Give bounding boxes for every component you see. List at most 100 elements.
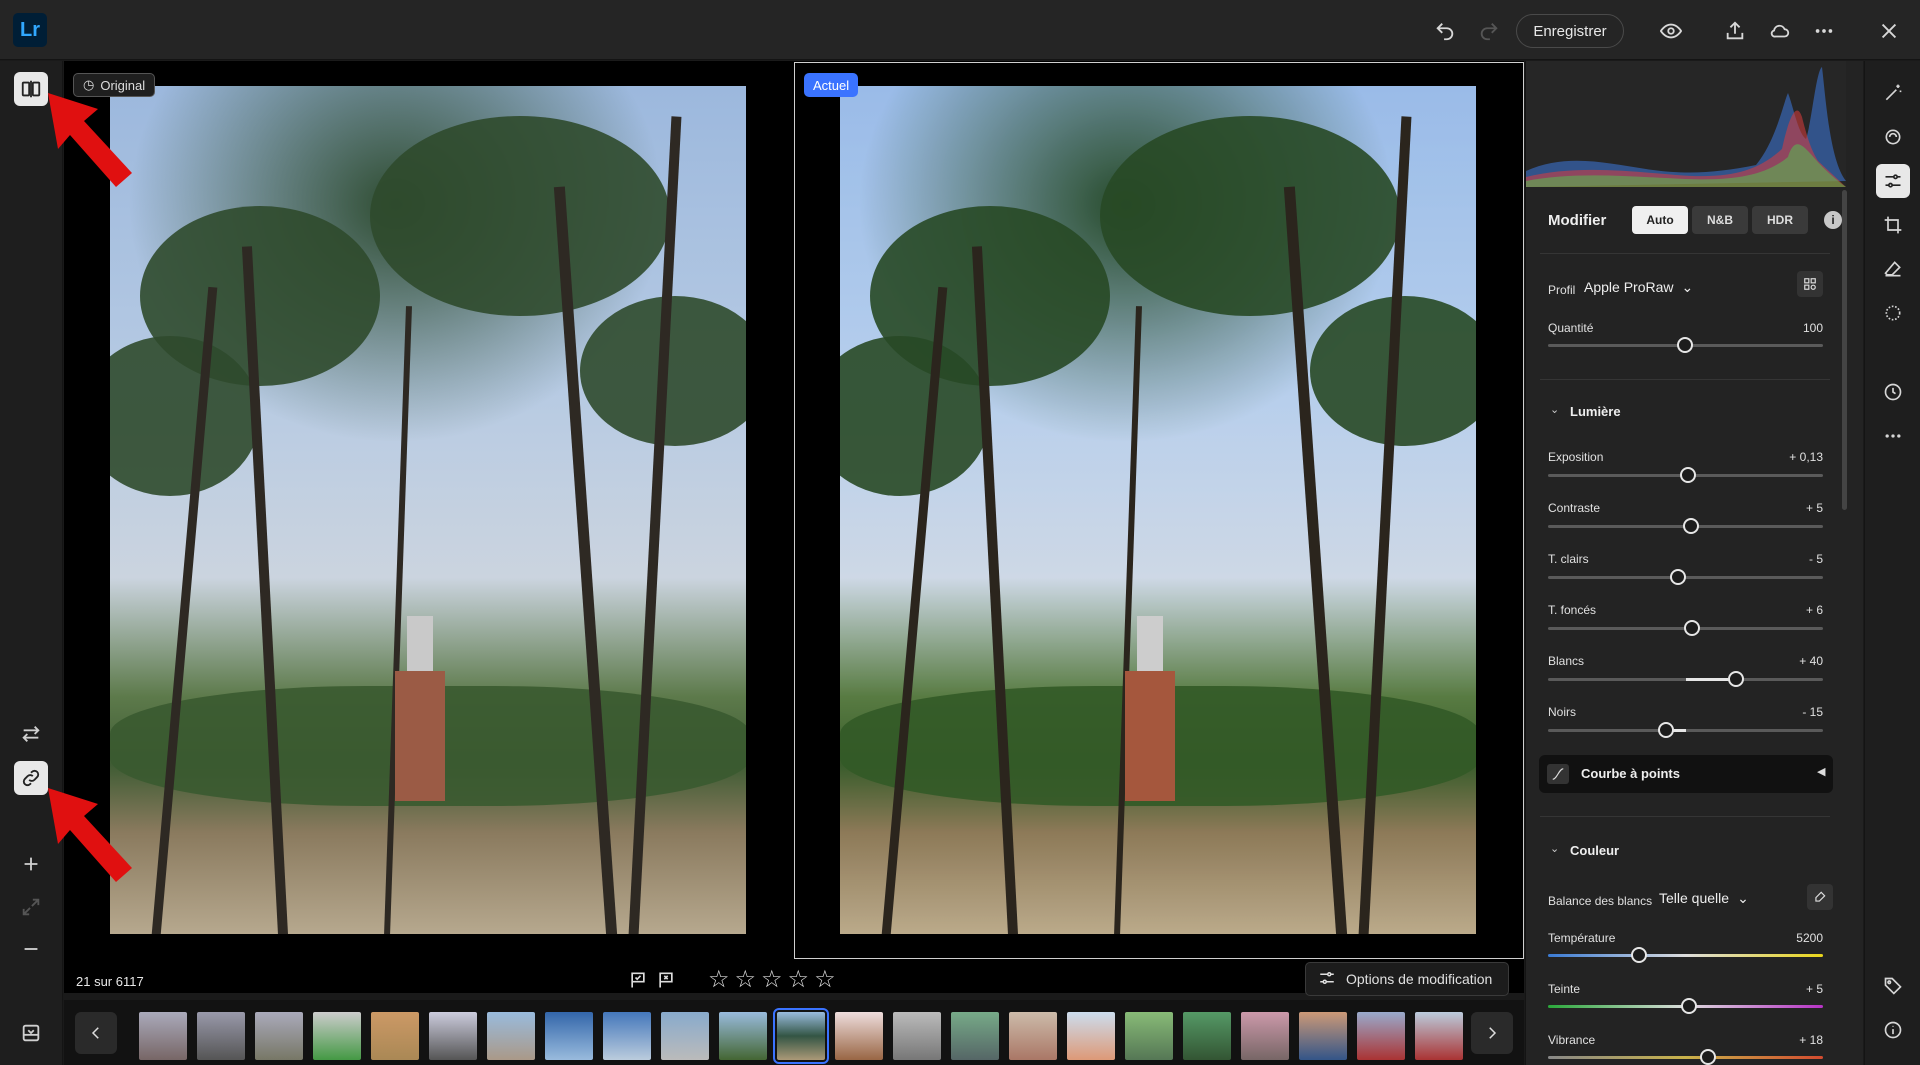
star-icon[interactable]: ☆ <box>708 968 730 992</box>
filmstrip-thumbnail[interactable] <box>1357 1012 1405 1060</box>
profile-dropdown[interactable]: Apple ProRaw ⌄ <box>1584 279 1693 296</box>
filmstrip-thumbnail[interactable] <box>1067 1012 1115 1060</box>
annotation-arrow <box>48 788 132 882</box>
filmstrip-thumbnail[interactable] <box>951 1012 999 1060</box>
vibrance-slider-track[interactable] <box>1548 1056 1823 1059</box>
edit-sliders-icon[interactable] <box>1876 164 1910 198</box>
blacks-slider-thumb[interactable] <box>1658 722 1674 738</box>
more-options-icon[interactable] <box>1876 419 1910 453</box>
contrast-slider-thumb[interactable] <box>1683 518 1699 534</box>
filmstrip <box>64 1000 1524 1065</box>
filmstrip-thumbnail[interactable] <box>371 1012 419 1060</box>
filmstrip-thumbnail[interactable] <box>1299 1012 1347 1060</box>
vibrance-slider-thumb[interactable] <box>1700 1049 1716 1065</box>
exposure-slider-thumb[interactable] <box>1680 467 1696 483</box>
filmstrip-thumbnail[interactable] <box>719 1012 767 1060</box>
temperature-slider-track[interactable] <box>1548 954 1823 957</box>
star-icon[interactable]: ☆ <box>814 968 836 992</box>
swap-icon[interactable] <box>14 717 48 751</box>
whites-slider-thumb[interactable] <box>1728 671 1744 687</box>
star-icon[interactable]: ☆ <box>788 968 810 992</box>
exposure-label: Exposition <box>1548 450 1604 464</box>
divider <box>1540 816 1830 817</box>
eraser-icon[interactable] <box>1876 252 1910 286</box>
save-button[interactable]: Enregistrer <box>1516 14 1624 48</box>
current-photo[interactable] <box>840 86 1476 934</box>
presets-icon[interactable] <box>1876 120 1910 154</box>
cloud-icon[interactable] <box>1767 18 1793 44</box>
previous-photo-button[interactable] <box>75 1012 117 1054</box>
filmstrip-thumbnail[interactable] <box>661 1012 709 1060</box>
next-photo-button[interactable] <box>1471 1012 1513 1054</box>
filmstrip-thumbnail[interactable] <box>1009 1012 1057 1060</box>
color-section-header[interactable]: Couleur <box>1570 843 1619 858</box>
divider <box>1540 253 1830 254</box>
flag-reject-icon[interactable] <box>656 970 676 993</box>
filmstrip-thumbnail[interactable] <box>313 1012 361 1060</box>
eye-icon[interactable] <box>1658 18 1684 44</box>
filmstrip-thumbnail[interactable] <box>429 1012 477 1060</box>
filmstrip-toggle-icon[interactable] <box>14 1016 48 1050</box>
temperature-slider-thumb[interactable] <box>1631 947 1647 963</box>
more-options-icon[interactable] <box>1811 18 1837 44</box>
light-section-header[interactable]: Lumière <box>1570 404 1621 419</box>
shadows-label: T. foncés <box>1548 603 1597 617</box>
tint-label: Teinte <box>1548 982 1581 996</box>
filmstrip-thumbnail[interactable] <box>1415 1012 1463 1060</box>
zoom-out-icon[interactable] <box>14 932 48 966</box>
highlights-slider-thumb[interactable] <box>1670 569 1686 585</box>
close-icon[interactable] <box>1876 18 1902 44</box>
temperature-value: 5200 <box>1796 931 1823 945</box>
info-icon[interactable] <box>1876 1013 1910 1047</box>
filmstrip-thumbnail[interactable] <box>545 1012 593 1060</box>
whites-value: + 40 <box>1799 654 1823 668</box>
filmstrip-thumbnail[interactable] <box>139 1012 187 1060</box>
filmstrip-thumbnail[interactable] <box>1241 1012 1289 1060</box>
redo-icon[interactable] <box>1476 18 1502 44</box>
history-clock-icon[interactable] <box>1876 375 1910 409</box>
masking-icon[interactable] <box>1876 296 1910 330</box>
black-white-button[interactable]: N&B <box>1692 206 1748 234</box>
star-rating[interactable]: ☆ ☆ ☆ ☆ ☆ <box>708 968 836 992</box>
panel-scrollbar[interactable] <box>1842 190 1847 510</box>
info-icon[interactable]: i <box>1824 211 1842 229</box>
whites-label: Blancs <box>1548 654 1585 668</box>
lightroom-logo: Lr <box>13 13 47 47</box>
filmstrip-thumbnail[interactable] <box>255 1012 303 1060</box>
filmstrip-thumbnail[interactable] <box>603 1012 651 1060</box>
filmstrip-thumbnail[interactable] <box>1125 1012 1173 1060</box>
undo-icon[interactable] <box>1432 18 1458 44</box>
blacks-label: Noirs <box>1548 705 1577 719</box>
filmstrip-thumbnail[interactable] <box>835 1012 883 1060</box>
tint-slider-thumb[interactable] <box>1681 998 1697 1014</box>
profile-browser-icon[interactable] <box>1797 271 1823 297</box>
crop-icon[interactable] <box>1876 208 1910 242</box>
flag-pick-icon[interactable] <box>628 970 648 993</box>
auto-button[interactable]: Auto <box>1632 206 1688 234</box>
hdr-button[interactable]: HDR <box>1752 206 1808 234</box>
filmstrip-thumbnail[interactable] <box>197 1012 245 1060</box>
histogram <box>1526 61 1846 187</box>
filmstrip-thumbnail[interactable] <box>1183 1012 1231 1060</box>
left-toolbar <box>0 61 63 1065</box>
edit-options-button[interactable]: Options de modification <box>1305 962 1509 996</box>
shadows-slider-thumb[interactable] <box>1684 620 1700 636</box>
highlights-label: T. clairs <box>1548 552 1589 566</box>
auto-wand-icon[interactable] <box>1876 76 1910 110</box>
filmstrip-thumbnail[interactable] <box>487 1012 535 1060</box>
eyedropper-icon[interactable] <box>1807 884 1833 910</box>
star-icon[interactable]: ☆ <box>761 968 783 992</box>
highlights-value: - 5 <box>1808 552 1823 566</box>
amount-slider-thumb[interactable] <box>1677 337 1693 353</box>
point-curve-header[interactable]: Courbe à points ◀ <box>1539 755 1833 793</box>
chevron-down-icon[interactable]: ⌄ <box>1550 842 1559 855</box>
white-balance-dropdown[interactable]: Telle quelle ⌄ <box>1659 890 1749 907</box>
filmstrip-thumbnail-selected[interactable] <box>773 1008 829 1064</box>
star-icon[interactable]: ☆ <box>735 968 757 992</box>
filmstrip-thumbnail[interactable] <box>893 1012 941 1060</box>
chevron-down-icon[interactable]: ⌄ <box>1550 403 1559 416</box>
share-icon[interactable] <box>1722 18 1748 44</box>
original-photo[interactable] <box>110 86 746 934</box>
tag-icon[interactable] <box>1876 969 1910 1003</box>
fit-screen-icon[interactable] <box>14 890 48 924</box>
